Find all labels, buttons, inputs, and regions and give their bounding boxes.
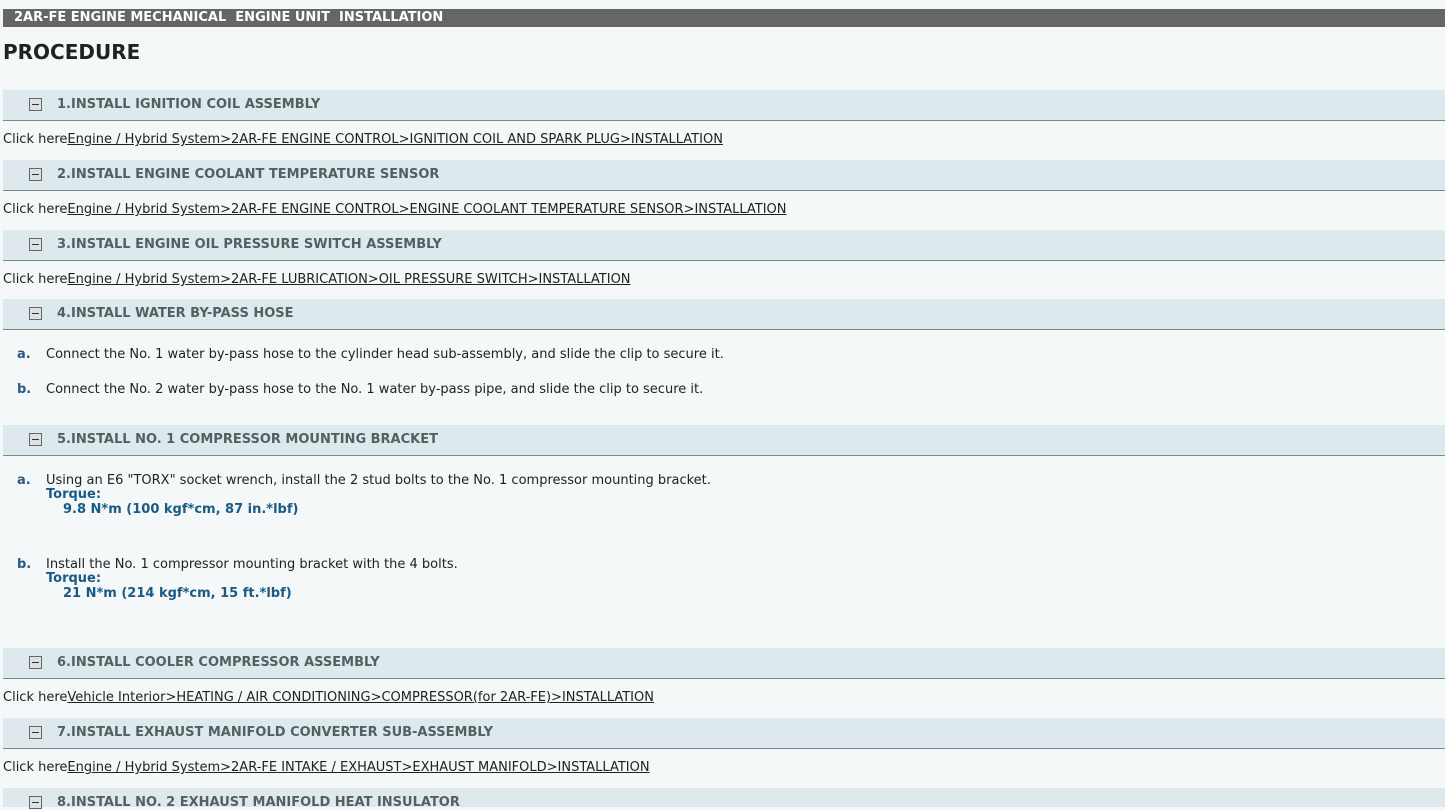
section-title: 3.INSTALL ENGINE OIL PRESSURE SWITCH ASS… (57, 237, 442, 252)
section-header-5[interactable]: 5.INSTALL NO. 1 COMPRESSOR MOUNTING BRAC… (3, 425, 1445, 456)
torque-label: Torque: (46, 571, 102, 586)
reference-link[interactable]: Engine / Hybrid System>2AR-FE ENGINE CON… (67, 132, 723, 147)
section-header-4[interactable]: 4.INSTALL WATER BY-PASS HOSE (3, 299, 1445, 330)
click-here-line: Click hereEngine / Hybrid System>2AR-FE … (3, 202, 787, 217)
click-here-line: Click hereEngine / Hybrid System>2AR-FE … (3, 760, 650, 775)
click-here-label: Click here (3, 760, 68, 775)
collapse-icon[interactable] (29, 307, 42, 320)
section-title: 7.INSTALL EXHAUST MANIFOLD CONVERTER SUB… (57, 725, 494, 740)
page-title: PROCEDURE (3, 40, 141, 64)
reference-link[interactable]: Engine / Hybrid System>2AR-FE LUBRICATIO… (67, 272, 630, 287)
reference-link[interactable]: Engine / Hybrid System>2AR-FE INTAKE / E… (67, 760, 649, 775)
click-here-line: Click hereVehicle Interior>HEATING / AIR… (3, 690, 654, 705)
collapse-icon[interactable] (29, 726, 42, 739)
section-title: 5.INSTALL NO. 1 COMPRESSOR MOUNTING BRAC… (57, 432, 438, 447)
collapse-icon[interactable] (29, 98, 42, 111)
collapse-icon[interactable] (29, 168, 42, 181)
section-header-2[interactable]: 2.INSTALL ENGINE COOLANT TEMPERATURE SEN… (3, 160, 1445, 191)
collapse-icon[interactable] (29, 433, 42, 446)
section-title: 6.INSTALL COOLER COMPRESSOR ASSEMBLY (57, 655, 380, 670)
step-text: Connect the No. 1 water by-pass hose to … (46, 347, 724, 362)
click-here-label: Click here (3, 132, 68, 147)
step-text: Using an E6 "TORX" socket wrench, instal… (46, 473, 711, 488)
click-here-label: Click here (3, 202, 68, 217)
section-header-3[interactable]: 3.INSTALL ENGINE OIL PRESSURE SWITCH ASS… (3, 230, 1445, 261)
click-here-label: Click here (3, 272, 68, 287)
click-here-line: Click hereEngine / Hybrid System>2AR-FE … (3, 132, 723, 147)
document-header-bar: 2AR-FE ENGINE MECHANICAL ENGINE UNIT INS… (3, 9, 1445, 27)
section-title: 2.INSTALL ENGINE COOLANT TEMPERATURE SEN… (57, 167, 440, 182)
torque-value: 9.8 N*m (100 kgf*cm, 87 in.*lbf) (63, 502, 299, 517)
click-here-line: Click hereEngine / Hybrid System>2AR-FE … (3, 272, 631, 287)
torque-label: Torque: (46, 487, 102, 502)
section-header-8[interactable]: 8.INSTALL NO. 2 EXHAUST MANIFOLD HEAT IN… (3, 788, 1445, 810)
reference-link[interactable]: Engine / Hybrid System>2AR-FE ENGINE CON… (67, 202, 786, 217)
step-letter: b. (17, 557, 32, 572)
collapse-icon[interactable] (29, 238, 42, 251)
section-title: 8.INSTALL NO. 2 EXHAUST MANIFOLD HEAT IN… (57, 795, 460, 810)
reference-link[interactable]: Vehicle Interior>HEATING / AIR CONDITION… (67, 690, 654, 705)
section-title: 1.INSTALL IGNITION COIL ASSEMBLY (57, 97, 321, 112)
step-letter: b. (17, 382, 32, 397)
click-here-label: Click here (3, 690, 68, 705)
step-letter: a. (17, 347, 31, 362)
section-header-1[interactable]: 1.INSTALL IGNITION COIL ASSEMBLY (3, 90, 1445, 121)
torque-value: 21 N*m (214 kgf*cm, 15 ft.*lbf) (63, 586, 292, 601)
collapse-icon[interactable] (29, 656, 42, 669)
collapse-icon[interactable] (29, 796, 42, 809)
section-title: 4.INSTALL WATER BY-PASS HOSE (57, 306, 294, 321)
section-header-6[interactable]: 6.INSTALL COOLER COMPRESSOR ASSEMBLY (3, 648, 1445, 679)
section-header-7[interactable]: 7.INSTALL EXHAUST MANIFOLD CONVERTER SUB… (3, 718, 1445, 749)
step-text: Connect the No. 2 water by-pass hose to … (46, 382, 704, 397)
step-letter: a. (17, 473, 31, 488)
step-text: Install the No. 1 compressor mounting br… (46, 557, 458, 572)
